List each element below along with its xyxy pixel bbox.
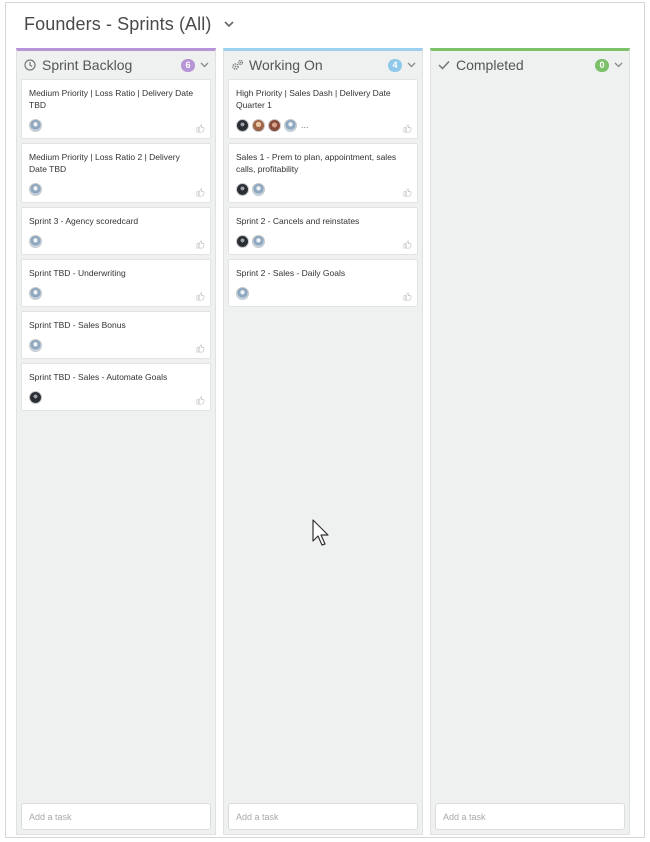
task-card[interactable]: Sprint 2 - Sales - Daily Goals	[228, 259, 418, 307]
thumbs-up-icon[interactable]	[196, 396, 205, 405]
card-list: High Priority | Sales Dash | Delivery Da…	[224, 79, 422, 307]
column-header: Working On 4	[224, 51, 422, 79]
column-completed: Completed 0	[430, 48, 630, 835]
chevron-down-icon[interactable]	[199, 60, 209, 70]
task-card[interactable]: Sprint 3 - Agency scoredcard	[21, 207, 211, 255]
card-assignees	[29, 390, 203, 404]
avatar[interactable]	[252, 118, 265, 132]
checkmark-icon	[437, 58, 451, 72]
card-assignees	[236, 286, 410, 300]
add-task-input[interactable]	[228, 803, 418, 830]
card-assignees	[29, 286, 203, 300]
clock-icon	[23, 58, 37, 72]
task-card[interactable]: Sprint TBD - Sales - Automate Goals	[21, 363, 211, 411]
avatar[interactable]	[29, 338, 42, 352]
avatar[interactable]	[252, 234, 265, 248]
column-sprint-backlog: Sprint Backlog 6 Medium Priority | Loss …	[16, 48, 216, 835]
card-assignees	[29, 338, 203, 352]
task-title: High Priority | Sales Dash | Delivery Da…	[236, 88, 391, 110]
column-count-badge: 6	[181, 58, 195, 72]
avatar[interactable]	[252, 182, 265, 196]
avatar[interactable]	[29, 286, 42, 300]
avatar[interactable]	[29, 234, 42, 248]
avatar[interactable]	[284, 118, 297, 132]
task-title: Sprint TBD - Sales - Automate Goals	[29, 372, 168, 382]
board-frame: Founders - Sprints (All) Sprint Backlog …	[5, 2, 645, 838]
column-working-on: Working On 4 High Priority | Sales Dash …	[223, 48, 423, 835]
task-title: Sprint TBD - Underwriting	[29, 268, 126, 278]
column-count-badge: 4	[388, 58, 402, 72]
column-count-badge: 0	[595, 58, 609, 72]
task-title: Sprint 2 - Sales - Daily Goals	[236, 268, 346, 278]
task-card[interactable]: Sprint TBD - Underwriting	[21, 259, 211, 307]
task-title: Medium Priority | Loss Ratio 2 | Deliver…	[29, 152, 180, 174]
thumbs-up-icon[interactable]	[196, 240, 205, 249]
avatar[interactable]	[236, 182, 249, 196]
task-card[interactable]: Sprint 2 - Cancels and reinstates	[228, 207, 418, 255]
avatar[interactable]	[236, 234, 249, 248]
task-title: Sprint 3 - Agency scoredcard	[29, 216, 139, 226]
column-header: Sprint Backlog 6	[17, 51, 215, 79]
thumbs-up-icon[interactable]	[196, 188, 205, 197]
column-title: Completed	[456, 57, 524, 73]
thumbs-up-icon[interactable]	[196, 124, 205, 133]
thumbs-up-icon[interactable]	[196, 344, 205, 353]
avatar[interactable]	[268, 118, 281, 132]
avatar[interactable]	[236, 286, 249, 300]
card-list: Medium Priority | Loss Ratio | Delivery …	[17, 79, 215, 411]
column-title: Sprint Backlog	[42, 57, 133, 73]
thumbs-up-icon[interactable]	[196, 292, 205, 301]
thumbs-up-icon[interactable]	[403, 188, 412, 197]
task-title: Sprint TBD - Sales Bonus	[29, 320, 126, 330]
chevron-down-icon[interactable]	[613, 60, 623, 70]
add-task-input[interactable]	[21, 803, 211, 830]
task-card[interactable]: High Priority | Sales Dash | Delivery Da…	[228, 79, 418, 139]
avatar[interactable]	[29, 182, 42, 196]
more-assignees[interactable]: ...	[301, 120, 309, 130]
thumbs-up-icon[interactable]	[403, 292, 412, 301]
chevron-down-icon[interactable]	[223, 18, 235, 30]
gears-icon	[230, 58, 244, 72]
board-title: Founders - Sprints (All)	[24, 13, 212, 34]
chevron-down-icon[interactable]	[406, 60, 416, 70]
task-title: Sprint 2 - Cancels and reinstates	[236, 216, 360, 226]
card-assignees	[29, 234, 203, 248]
task-card[interactable]: Medium Priority | Loss Ratio 2 | Deliver…	[21, 143, 211, 203]
task-title: Medium Priority | Loss Ratio | Delivery …	[29, 88, 194, 110]
thumbs-up-icon[interactable]	[403, 240, 412, 249]
column-title: Working On	[249, 57, 323, 73]
card-assignees: ...	[236, 118, 410, 132]
card-assignees	[236, 182, 410, 196]
task-card[interactable]: Medium Priority | Loss Ratio | Delivery …	[21, 79, 211, 139]
task-card[interactable]: Sprint TBD - Sales Bonus	[21, 311, 211, 359]
add-task-input[interactable]	[435, 803, 625, 830]
task-card[interactable]: Sales 1 - Prem to plan, appointment, sal…	[228, 143, 418, 203]
card-assignees	[29, 182, 203, 196]
card-assignees	[236, 234, 410, 248]
avatar[interactable]	[29, 118, 42, 132]
task-title: Sales 1 - Prem to plan, appointment, sal…	[236, 152, 397, 174]
card-assignees	[29, 118, 203, 132]
board-header: Founders - Sprints (All)	[24, 11, 235, 37]
thumbs-up-icon[interactable]	[403, 124, 412, 133]
mouse-cursor-icon	[312, 519, 332, 549]
avatar[interactable]	[236, 118, 249, 132]
avatar[interactable]	[29, 390, 42, 404]
column-header: Completed 0	[431, 51, 629, 79]
